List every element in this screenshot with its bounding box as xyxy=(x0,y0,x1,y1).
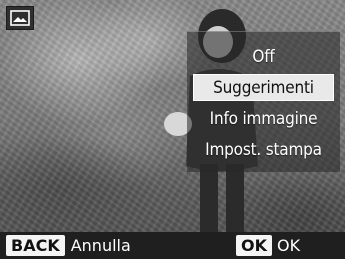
menu-item-impost-stampa[interactable]: Impost. stampa xyxy=(193,136,334,163)
ok-key[interactable]: OK xyxy=(236,235,272,256)
back-label: Annulla xyxy=(70,236,131,255)
menu-item-label: Off xyxy=(252,46,275,67)
back-key[interactable]: BACK xyxy=(6,235,65,256)
menu-item-off[interactable]: Off xyxy=(193,43,334,70)
ok-label: OK xyxy=(277,236,301,255)
back-hint[interactable]: BACK Annulla xyxy=(6,235,131,256)
menu-item-suggerimenti[interactable]: Suggerimenti xyxy=(193,74,334,101)
menu-item-info-immagine[interactable]: Info immagine xyxy=(193,105,334,132)
menu-item-label: Impost. stampa xyxy=(205,139,322,160)
image-icon-glyph xyxy=(10,10,30,26)
image-icon xyxy=(6,6,34,30)
ok-hint[interactable]: OK OK xyxy=(236,235,300,256)
camera-screen: Off Suggerimenti Info immagine Impost. s… xyxy=(0,0,345,259)
options-menu: Off Suggerimenti Info immagine Impost. s… xyxy=(187,31,340,172)
button-guide-bar: BACK Annulla OK OK xyxy=(0,232,345,259)
menu-item-label: Suggerimenti xyxy=(213,77,314,98)
menu-item-label: Info immagine xyxy=(209,108,318,129)
